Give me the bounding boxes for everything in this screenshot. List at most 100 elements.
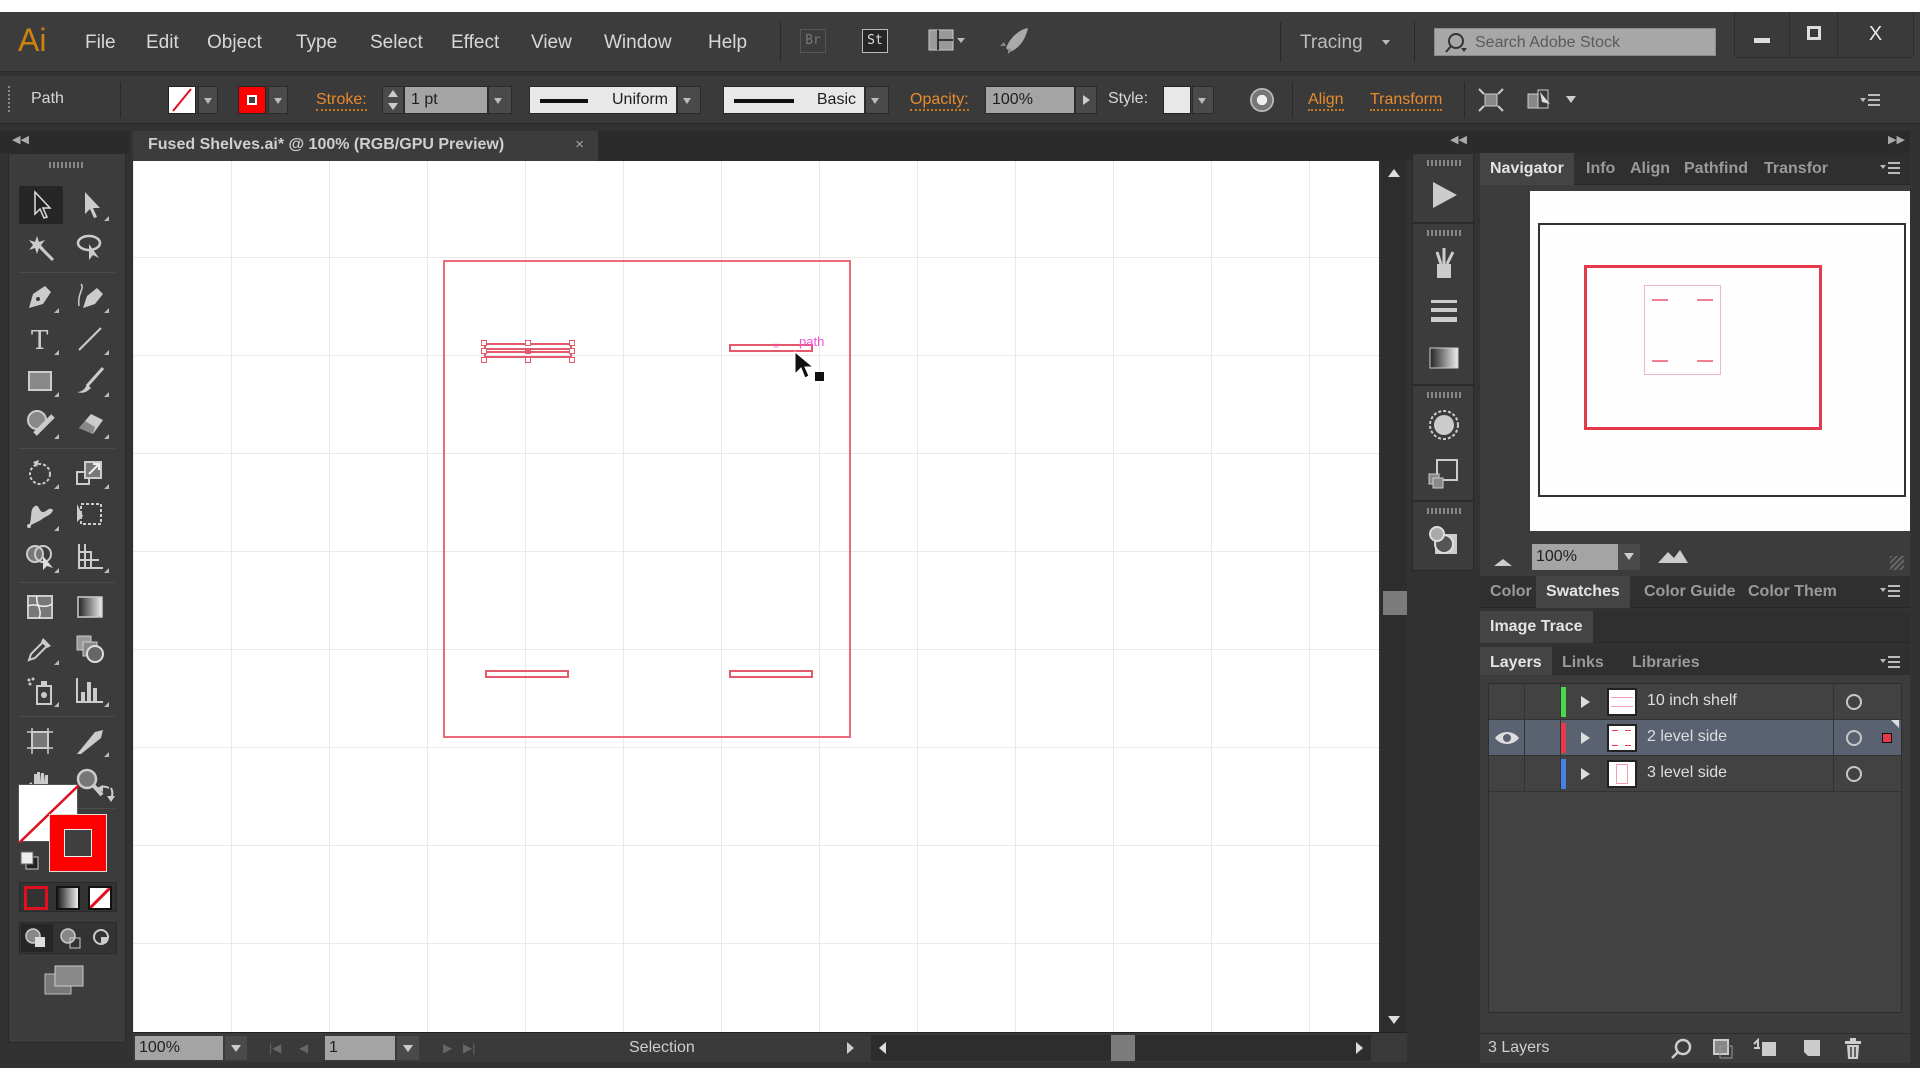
- selection-handle[interactable]: [481, 348, 487, 354]
- color-mode-button[interactable]: [24, 886, 48, 910]
- last-artboard-icon[interactable]: ▶|: [463, 1041, 475, 1055]
- tab-color-guide[interactable]: Color Guide: [1634, 576, 1746, 608]
- pen-tool[interactable]: [19, 278, 63, 316]
- stroke-weight-field[interactable]: 1 pt: [404, 86, 488, 114]
- selection-handle[interactable]: [569, 348, 575, 354]
- panel-menu-icon[interactable]: [1880, 161, 1902, 175]
- selection-handle[interactable]: [525, 340, 531, 346]
- opacity-panel-link[interactable]: Opacity:: [910, 90, 969, 111]
- tab-links[interactable]: Links: [1552, 647, 1614, 677]
- opacity-slider-button[interactable]: [1075, 86, 1097, 114]
- menu-object[interactable]: Object: [207, 32, 262, 54]
- scroll-down-arrow-icon[interactable]: [1388, 1016, 1400, 1024]
- blend-tool[interactable]: [69, 630, 113, 668]
- symbol-sprayer-tool[interactable]: [19, 672, 63, 710]
- chevron-down-icon[interactable]: [1566, 96, 1576, 103]
- artboard-dropdown[interactable]: [397, 1036, 419, 1060]
- stroke-color-box[interactable]: [49, 814, 107, 872]
- curvature-tool[interactable]: [69, 278, 113, 316]
- expand-arrow-icon[interactable]: [1581, 696, 1590, 708]
- layer-target-icon[interactable]: [1846, 766, 1862, 782]
- line-segment-tool[interactable]: [69, 320, 113, 358]
- menu-edit[interactable]: Edit: [146, 32, 179, 54]
- mesh-tool[interactable]: [19, 588, 63, 626]
- tab-image-trace[interactable]: Image Trace: [1480, 611, 1593, 643]
- status-tool-label[interactable]: Selection: [629, 1039, 695, 1057]
- collapse-icon[interactable]: ◀◀: [12, 133, 29, 146]
- make-mask-icon[interactable]: [1526, 86, 1554, 114]
- visibility-toggle[interactable]: [1489, 684, 1525, 720]
- close-document-icon[interactable]: ×: [575, 136, 584, 153]
- lock-toggle[interactable]: [1525, 720, 1561, 756]
- menu-effect[interactable]: Effect: [451, 32, 499, 54]
- scroll-up-arrow-icon[interactable]: [1388, 169, 1400, 177]
- search-adobe-stock-input[interactable]: Search Adobe Stock: [1434, 28, 1716, 56]
- layer-row[interactable]: 2 level side: [1489, 720, 1901, 756]
- selection-tool[interactable]: [19, 186, 63, 224]
- stroke-panel-icon[interactable]: [1427, 294, 1461, 328]
- create-new-layer-icon[interactable]: [1800, 1038, 1822, 1060]
- minimize-button[interactable]: [1735, 12, 1789, 57]
- selection-handle[interactable]: [481, 340, 487, 346]
- stroke-dropdown[interactable]: [268, 86, 288, 114]
- layer-target-icon[interactable]: [1846, 730, 1862, 746]
- horizontal-scrollbar[interactable]: [871, 1035, 1371, 1061]
- panel-menu-icon[interactable]: [1880, 655, 1902, 669]
- first-artboard-icon[interactable]: |◀: [269, 1041, 281, 1055]
- shelf-path-bottom-right[interactable]: [729, 670, 813, 678]
- create-sublayer-icon[interactable]: [1752, 1037, 1776, 1060]
- maximize-button[interactable]: [1789, 12, 1837, 57]
- opacity-field[interactable]: 100%: [985, 86, 1075, 114]
- gpu-performance-icon[interactable]: [998, 26, 1032, 56]
- status-menu-arrow-icon[interactable]: [847, 1042, 854, 1054]
- locate-object-icon[interactable]: [1670, 1038, 1692, 1060]
- brush-dropdown[interactable]: [865, 86, 889, 114]
- expand-arrow-icon[interactable]: [1581, 732, 1590, 744]
- selection-handle[interactable]: [525, 357, 531, 363]
- artboard-tool[interactable]: [19, 722, 63, 760]
- scroll-right-arrow-icon[interactable]: [1356, 1042, 1363, 1054]
- canvas[interactable]: × path: [133, 161, 1379, 1032]
- make-clipping-mask-icon[interactable]: [1712, 1038, 1734, 1060]
- tab-pathfinder[interactable]: Pathfind: [1674, 153, 1758, 185]
- default-fill-stroke-icon[interactable]: [19, 850, 41, 870]
- expand-arrow-icon[interactable]: [1581, 768, 1590, 780]
- tab-transform[interactable]: Transfor: [1754, 153, 1838, 185]
- stroke-weight-stepper[interactable]: [382, 86, 404, 114]
- tab-color[interactable]: Color: [1480, 576, 1542, 608]
- perspective-grid-tool[interactable]: [69, 538, 113, 576]
- scroll-left-arrow-icon[interactable]: [879, 1042, 886, 1054]
- zoom-out-mountain-icon[interactable]: [1494, 554, 1512, 572]
- tab-navigator[interactable]: Navigator: [1480, 153, 1574, 185]
- puppet-warp-tool[interactable]: [19, 496, 63, 534]
- eraser-tool[interactable]: [69, 404, 113, 442]
- vertical-scrollbar[interactable]: [1381, 161, 1407, 1032]
- isolate-selected-icon[interactable]: [1478, 88, 1504, 112]
- stock-button[interactable]: St: [862, 29, 888, 53]
- menu-help[interactable]: Help: [708, 32, 747, 54]
- graphic-style-swatch[interactable]: [1163, 86, 1191, 114]
- align-panel-link[interactable]: Align: [1308, 90, 1344, 111]
- layer-name[interactable]: 10 inch shelf: [1647, 692, 1737, 710]
- profile-dropdown[interactable]: [677, 86, 701, 114]
- workspace-switcher[interactable]: Tracing: [1300, 32, 1363, 54]
- bridge-button[interactable]: Br: [800, 29, 826, 53]
- lock-toggle[interactable]: [1525, 684, 1561, 720]
- layer-row[interactable]: 10 inch shelf: [1489, 684, 1901, 720]
- fill-dropdown[interactable]: [198, 86, 218, 114]
- next-artboard-icon[interactable]: ▶: [443, 1041, 452, 1055]
- rotate-tool[interactable]: [19, 454, 63, 492]
- paintbrush-tool[interactable]: [69, 362, 113, 400]
- navigator-preview[interactable]: [1530, 191, 1910, 531]
- scale-tool[interactable]: [69, 454, 113, 492]
- visibility-toggle[interactable]: [1489, 756, 1525, 792]
- brush-definition[interactable]: Basic: [723, 86, 865, 114]
- vertical-scroll-thumb[interactable]: [1383, 591, 1407, 615]
- actions-play-icon[interactable]: [1427, 178, 1461, 212]
- tab-align[interactable]: Align: [1620, 153, 1680, 185]
- collapse-left-icon[interactable]: ◀◀: [1450, 133, 1467, 146]
- selection-handle[interactable]: [569, 340, 575, 346]
- menu-window[interactable]: Window: [604, 32, 672, 54]
- column-graph-tool[interactable]: [69, 672, 113, 710]
- transform-panel-link[interactable]: Transform: [1370, 90, 1443, 111]
